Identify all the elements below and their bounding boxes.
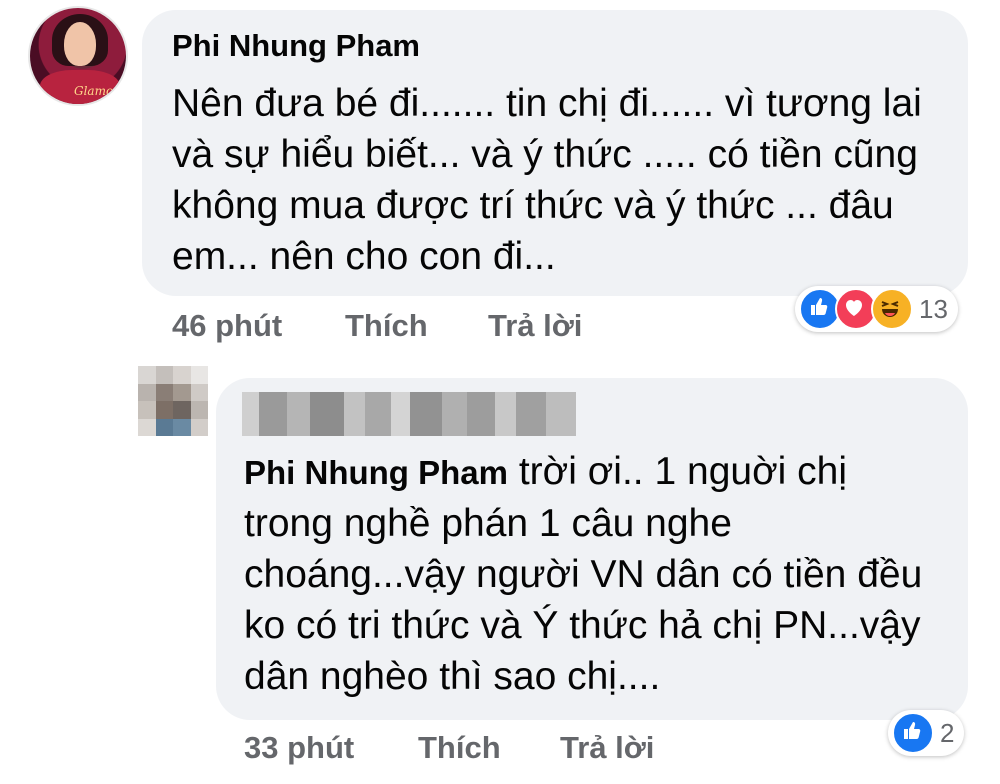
comment-timestamp[interactable]: 46 phút: [172, 308, 282, 344]
reply-avatar-blurred[interactable]: [138, 366, 208, 436]
commenter-avatar[interactable]: Glamour: [30, 8, 126, 104]
reply-like-button[interactable]: Thích: [418, 730, 501, 766]
comment-text: Nên đưa bé đi....... tin chị đi...... vì…: [172, 82, 922, 278]
comment-like-button[interactable]: Thích: [345, 308, 428, 344]
haha-icon: [871, 288, 913, 330]
reply-reactions[interactable]: 2: [888, 710, 965, 756]
like-icon: [892, 712, 934, 754]
comment-reactions[interactable]: 13: [795, 286, 958, 332]
avatar-face: [64, 22, 96, 66]
reply-timestamp[interactable]: 33 phút: [244, 730, 354, 766]
reaction-count: 13: [919, 293, 948, 324]
reply-text: Phi Nhung Pham trời ơi.. 1 nguời chị tro…: [244, 446, 944, 702]
mention-link[interactable]: Phi Nhung Pham: [244, 454, 508, 491]
comment-reply-button[interactable]: Trả lời: [488, 308, 582, 344]
reply-reply-button[interactable]: Trả lời: [560, 730, 654, 766]
avatar-caption: Glamour: [74, 84, 126, 98]
reaction-count: 2: [940, 717, 955, 748]
comment-author[interactable]: Phi Nhung Pham: [172, 28, 420, 64]
reply-author-blurred[interactable]: [242, 392, 576, 436]
